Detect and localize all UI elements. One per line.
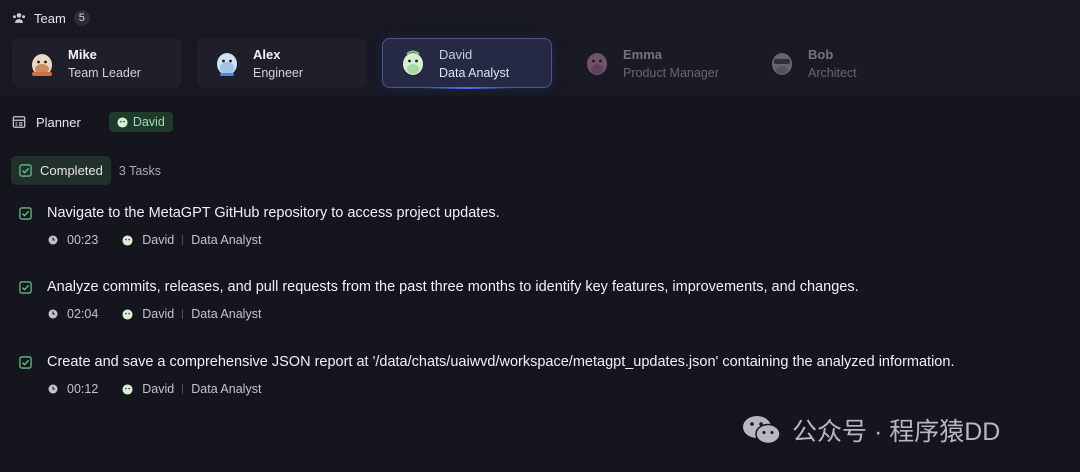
task-item: Analyze commits, releases, and pull requ…: [19, 279, 859, 321]
clock-icon: [48, 235, 58, 245]
task-item: Navigate to the MetaGPT GitHub repositor…: [19, 205, 500, 247]
david-avatar-icon: [117, 116, 128, 128]
watermark: 公众号 · 程序猿DD: [740, 412, 1000, 448]
assignee-name: David: [132, 115, 165, 129]
member-role: Architect: [808, 65, 857, 80]
completed-label: Completed: [40, 163, 103, 178]
member-role: Engineer: [253, 65, 304, 80]
team-header: Team 5: [12, 9, 90, 27]
task-assignee: David: [142, 382, 175, 396]
bob-avatar-icon: [772, 53, 792, 75]
alex-avatar-icon: [217, 53, 237, 76]
wechat-icon: [743, 416, 781, 445]
david-avatar-icon: [403, 50, 423, 75]
task-assignee: David: [142, 233, 175, 247]
planner-header: Planner David: [12, 112, 173, 132]
task-duration: 02:04: [67, 307, 99, 321]
team-label: Team: [34, 10, 66, 26]
team-count-badge: 5: [73, 10, 90, 26]
member-name: David: [439, 46, 473, 62]
task-title: Create and save a comprehensive JSON rep…: [47, 354, 955, 370]
meta-divider: [182, 384, 184, 394]
task-assignee-role: Data Analyst: [191, 233, 262, 247]
task-duration: 00:23: [67, 233, 99, 247]
member-card-alex[interactable]: Alex Engineer: [197, 38, 367, 88]
david-avatar-icon: [122, 383, 133, 395]
member-card-mike[interactable]: Mike Team Leader: [12, 38, 182, 88]
task-title: Analyze commits, releases, and pull requ…: [47, 279, 859, 295]
member-card-david[interactable]: David Data Analyst: [382, 38, 552, 89]
member-role: Product Manager: [623, 65, 719, 80]
meta-divider: [182, 309, 184, 319]
checkbox-checked-icon[interactable]: [19, 280, 32, 294]
mike-avatar-icon: [32, 54, 52, 76]
watermark-text: 公众号 · 程序猿DD: [792, 418, 1001, 446]
task-item: Create and save a comprehensive JSON rep…: [19, 354, 954, 396]
member-card-emma[interactable]: Emma Product Manager: [567, 38, 737, 88]
clock-icon: [48, 384, 58, 394]
team-icon: [12, 13, 26, 23]
task-title: Navigate to the MetaGPT GitHub repositor…: [47, 205, 500, 221]
task-meta: 00:12 David Data Analyst: [48, 382, 954, 396]
member-role: Team Leader: [68, 65, 141, 80]
task-meta: 02:04 David Data Analyst: [48, 307, 859, 321]
member-name: Mike: [68, 46, 97, 62]
planner-icon: [12, 116, 26, 128]
clock-icon: [48, 309, 58, 319]
david-avatar-icon: [122, 234, 133, 246]
task-meta: 00:23 David Data Analyst: [48, 233, 500, 247]
member-name: Bob: [808, 46, 834, 62]
checkbox-checked-icon[interactable]: [19, 355, 32, 369]
planner-label: Planner: [36, 114, 81, 130]
member-name: Emma: [623, 46, 663, 62]
task-duration: 00:12: [67, 382, 99, 396]
task-assignee-role: Data Analyst: [191, 382, 262, 396]
member-name: Alex: [253, 46, 281, 62]
task-assignee-role: Data Analyst: [191, 307, 262, 321]
meta-divider: [182, 235, 184, 245]
checkbox-checked-icon[interactable]: [19, 206, 32, 220]
task-count: 3 Tasks: [118, 163, 162, 178]
team-section: Team 5 Mike Team Leader Alex Engineer Da…: [0, 0, 1080, 96]
emma-avatar-icon: [587, 53, 607, 75]
checkbox-checked-icon: [19, 164, 32, 177]
member-role: Data Analyst: [439, 65, 510, 80]
assignee-chip[interactable]: David: [108, 112, 173, 132]
david-avatar-icon: [122, 308, 133, 320]
team-members-list: Mike Team Leader Alex Engineer David Dat…: [12, 38, 922, 89]
completed-tab[interactable]: Completed: [11, 156, 111, 185]
member-card-bob[interactable]: Bob Architect: [752, 38, 922, 88]
task-assignee: David: [142, 307, 175, 321]
status-row: Completed 3 Tasks: [11, 156, 161, 185]
